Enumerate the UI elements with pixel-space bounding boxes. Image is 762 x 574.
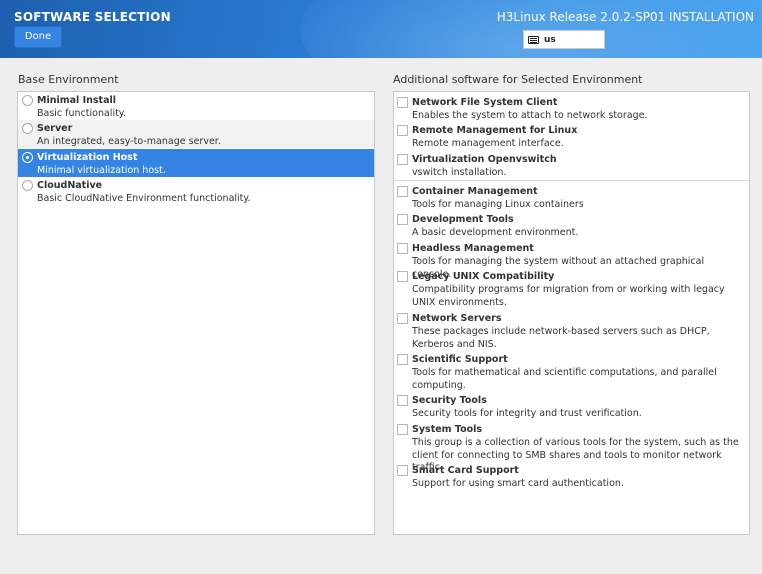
- checkbox[interactable]: [397, 354, 408, 365]
- env-item-virtualization-host[interactable]: Virtualization Host Minimal virtualizati…: [18, 149, 374, 177]
- addon-title: Development Tools: [412, 214, 514, 225]
- addon-title: Network File System Client: [412, 97, 558, 108]
- checkbox[interactable]: [397, 271, 408, 282]
- header-bar: SOFTWARE SELECTION H3Linux Release 2.0.2…: [0, 0, 762, 58]
- addon-separator: [394, 180, 749, 181]
- radio-button[interactable]: [22, 95, 33, 106]
- env-item-title: CloudNative: [37, 180, 103, 191]
- env-item-desc: Basic CloudNative Environment functional…: [37, 193, 251, 204]
- addon-desc: Remote management interface.: [412, 138, 564, 149]
- checkbox[interactable]: [397, 243, 408, 254]
- checkbox[interactable]: [397, 313, 408, 324]
- base-environment-label: Base Environment: [18, 73, 119, 86]
- additional-software-list: Network File System Client Enables the s…: [393, 91, 750, 535]
- checkbox[interactable]: [397, 125, 408, 136]
- addon-title: Remote Management for Linux: [412, 125, 578, 136]
- env-item-desc: Minimal virtualization host.: [37, 165, 166, 176]
- checkbox[interactable]: [397, 186, 408, 197]
- addon-title: Scientific Support: [412, 354, 508, 365]
- product-title: H3Linux Release 2.0.2-SP01 INSTALLATION: [496, 10, 754, 24]
- radio-button-selected[interactable]: [22, 152, 33, 163]
- addon-title: Network Servers: [412, 313, 502, 324]
- addon-desc: These packages include network-based ser…: [412, 326, 710, 350]
- addon-desc: A basic development environment.: [412, 227, 579, 238]
- addon-desc: Support for using smart card authenticat…: [412, 478, 624, 489]
- addon-title: Container Management: [412, 186, 538, 197]
- env-item-title: Virtualization Host: [37, 152, 138, 163]
- header-decoration: [300, 0, 762, 58]
- env-item-minimal-install[interactable]: Minimal Install Basic functionality.: [18, 92, 374, 120]
- radio-button[interactable]: [22, 180, 33, 191]
- env-item-title: Server: [37, 123, 73, 134]
- addon-desc: vswitch installation.: [412, 167, 507, 178]
- env-item-desc: Basic functionality.: [37, 108, 127, 119]
- checkbox[interactable]: [397, 214, 408, 225]
- addon-desc: Security tools for integrity and trust v…: [412, 408, 642, 419]
- addon-desc: Tools for mathematical and scientific co…: [412, 367, 717, 391]
- addon-title: Smart Card Support: [412, 465, 519, 476]
- page-title: SOFTWARE SELECTION: [14, 10, 171, 24]
- checkbox[interactable]: [397, 465, 408, 476]
- addon-title: Security Tools: [412, 395, 487, 406]
- env-item-cloudnative[interactable]: CloudNative Basic CloudNative Environmen…: [18, 177, 374, 205]
- addon-desc: Compatibility programs for migration fro…: [412, 284, 725, 308]
- base-environment-list: Minimal Install Basic functionality. Ser…: [17, 91, 375, 535]
- env-item-title: Minimal Install: [37, 95, 117, 106]
- addon-title: Headless Management: [412, 243, 534, 254]
- addon-title: System Tools: [412, 424, 483, 435]
- keyboard-layout-indicator[interactable]: us: [523, 30, 605, 49]
- radio-button[interactable]: [22, 123, 33, 134]
- done-button[interactable]: Done: [14, 26, 62, 48]
- keyboard-layout-label: us: [544, 34, 556, 45]
- addon-title: Virtualization Openvswitch: [412, 154, 557, 165]
- checkbox[interactable]: [397, 424, 408, 435]
- keyboard-icon: [528, 35, 539, 44]
- env-item-server[interactable]: Server An integrated, easy-to-manage ser…: [18, 120, 374, 148]
- env-item-desc: An integrated, easy-to-manage server.: [37, 136, 221, 147]
- addon-desc: Enables the system to attach to network …: [412, 110, 648, 121]
- addon-desc: Tools for managing Linux containers: [412, 199, 584, 210]
- additional-software-label: Additional software for Selected Environ…: [393, 73, 643, 86]
- checkbox[interactable]: [397, 395, 408, 406]
- checkbox[interactable]: [397, 154, 408, 165]
- checkbox[interactable]: [397, 97, 408, 108]
- addon-title: Legacy UNIX Compatibility: [412, 271, 555, 282]
